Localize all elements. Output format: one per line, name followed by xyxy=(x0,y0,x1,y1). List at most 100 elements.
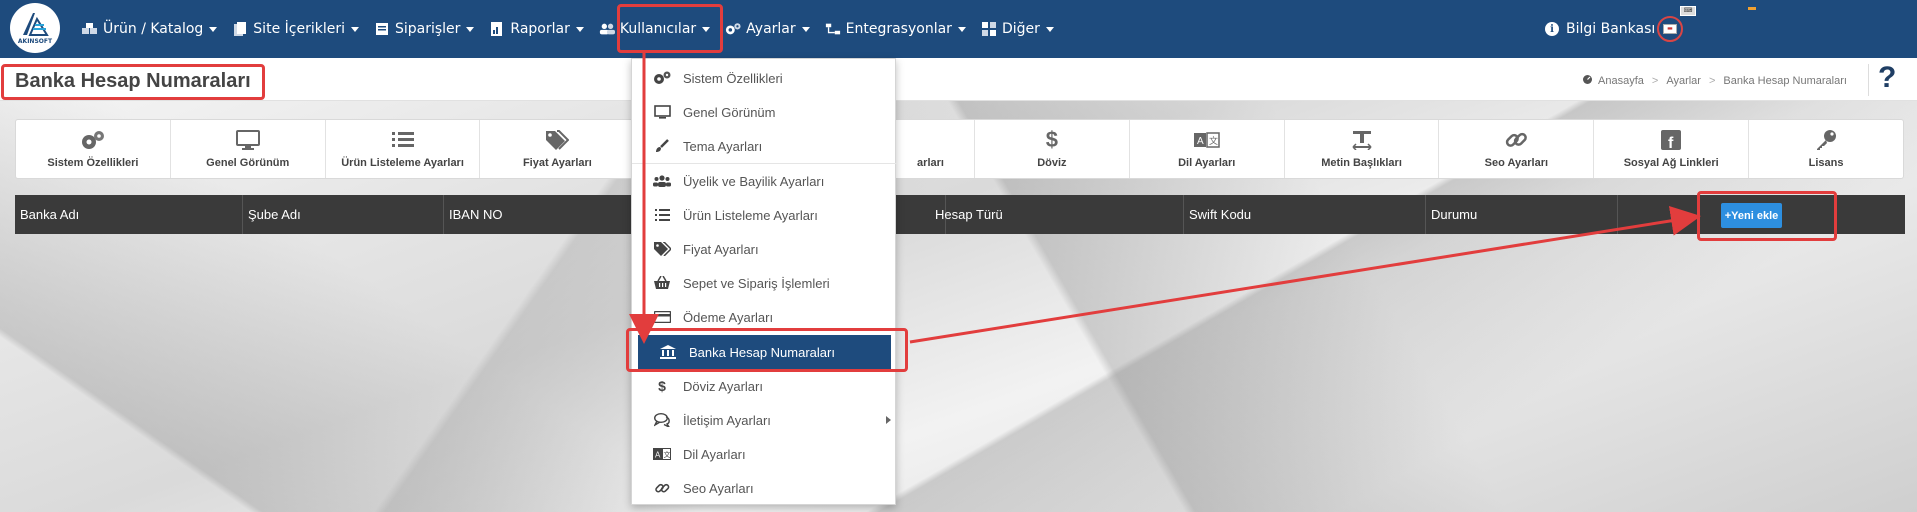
bank-accounts-table-header: Banka Adı Şube Adı IBAN NO Hesap Türü Sw… xyxy=(15,195,1905,234)
report-icon xyxy=(489,22,505,36)
column-header-hesap-turu[interactable]: Hesap Türü xyxy=(930,195,1184,234)
settings-label: arları xyxy=(917,157,944,169)
dropdown-item-sepet-siparis[interactable]: Sepet ve Sipariş İşlemleri xyxy=(632,266,897,300)
annotation-highlight-new-button xyxy=(1697,191,1837,241)
svg-text:文: 文 xyxy=(664,450,671,459)
settings-sosyal-ag[interactable]: f Sosyal Ağ Linkleri xyxy=(1594,120,1750,178)
breadcrumb-ayarlar[interactable]: Ayarlar xyxy=(1666,75,1701,87)
breadcrumb-separator: > xyxy=(1651,74,1659,87)
nav-item-label: Siparişler xyxy=(394,21,461,37)
notification-indicator xyxy=(1748,7,1756,10)
dropdown-item-urun-listeleme[interactable]: Ürün Listeleme Ayarları xyxy=(632,198,897,232)
language-icon: A文 xyxy=(1193,129,1220,151)
annotation-highlight-page-title xyxy=(1,64,265,100)
brush-icon xyxy=(652,139,672,153)
settings-label: Sosyal Ağ Linkleri xyxy=(1623,157,1719,169)
dropdown-item-dil-ayarlari[interactable]: A文 Dil Ayarları xyxy=(632,437,897,471)
breadcrumb-current: Banka Hesap Numaraları xyxy=(1723,74,1847,87)
settings-lisans[interactable]: Lisans xyxy=(1749,120,1903,178)
settings-genel-gorunum[interactable]: Genel Görünüm xyxy=(171,120,326,178)
column-header-swift-kodu[interactable]: Swift Kodu xyxy=(1184,195,1426,234)
dropdown-item-label: Ürün Listeleme Ayarları xyxy=(683,207,818,223)
dashboard-icon xyxy=(1582,74,1593,87)
ayarlar-dropdown-menu: Sistem Özellikleri Genel Görünüm Tema Ay… xyxy=(631,58,897,505)
dropdown-item-label: Sistem Özellikleri xyxy=(683,70,783,86)
column-header-iban-no[interactable]: IBAN NO xyxy=(444,195,645,234)
sitemap-icon xyxy=(825,22,841,36)
nav-item-entegrasyonlar[interactable]: Entegrasyonlar xyxy=(825,21,966,37)
dropdown-item-label: Fiyat Ayarları xyxy=(683,241,759,257)
chevron-down-icon xyxy=(350,26,359,32)
language-flag-icon[interactable]: ▬ xyxy=(1657,16,1683,42)
settings-label: Genel Görünüm xyxy=(206,157,290,169)
knowledge-base-link[interactable]: i Bilgi Bankası xyxy=(1545,0,1655,58)
cogs-icon xyxy=(652,71,672,85)
column-header-durumu[interactable]: Durumu xyxy=(1426,195,1618,234)
chevron-right-icon xyxy=(886,416,891,424)
settings-sistem-ozellikleri[interactable]: Sistem Özellikleri xyxy=(16,120,171,178)
svg-text:A: A xyxy=(655,451,661,460)
annotation-highlight-dropdown-item xyxy=(626,328,908,372)
dropdown-item-sistem-ozellikleri[interactable]: Sistem Özellikleri xyxy=(632,61,897,95)
dropdown-item-uyelik-bayilik[interactable]: Üyelik ve Bayilik Ayarları xyxy=(632,164,897,198)
flag-image: ▬ xyxy=(1663,24,1677,34)
column-header-banka-adi[interactable]: Banka Adı xyxy=(15,195,243,234)
dollar-icon: $ xyxy=(658,378,666,394)
dropdown-item-label: Genel Görünüm xyxy=(683,104,776,120)
dropdown-item-label: Sepet ve Sipariş İşlemleri xyxy=(683,275,830,291)
svg-text:f: f xyxy=(1668,135,1674,150)
svg-text:A: A xyxy=(1197,136,1204,147)
settings-seo-ayarlari[interactable]: Seo Ayarları xyxy=(1439,120,1595,178)
text-height-icon xyxy=(1351,129,1373,151)
nav-item-urun-katalog[interactable]: Ürün / Katalog xyxy=(82,21,218,37)
dropdown-item-doviz-ayarlari[interactable]: $ Döviz Ayarları xyxy=(632,369,897,403)
knowledge-base-label: Bilgi Bankası xyxy=(1566,21,1656,37)
nav-item-siparisler[interactable]: Siparişler xyxy=(374,21,475,37)
svg-text:文: 文 xyxy=(1209,135,1218,146)
settings-metin-basliklari[interactable]: Metin Başlıkları xyxy=(1285,120,1440,178)
file-icon xyxy=(232,22,248,36)
nav-item-raporlar[interactable]: Raporlar xyxy=(489,21,584,37)
settings-label: Metin Başlıkları xyxy=(1321,157,1402,169)
keyboard-icon[interactable]: ⌨ xyxy=(1680,6,1696,16)
breadcrumb: Anasayfa > Ayarlar > Banka Hesap Numaral… xyxy=(1582,74,1847,87)
dropdown-item-fiyat-ayarlari[interactable]: Fiyat Ayarları xyxy=(632,232,897,266)
dropdown-item-label: Döviz Ayarları xyxy=(683,378,763,394)
settings-fiyat-ayarlari[interactable]: Fiyat Ayarları xyxy=(480,120,636,178)
dropdown-item-label: Üyelik ve Bayilik Ayarları xyxy=(683,173,825,189)
nav-item-ayarlar[interactable]: Ayarlar xyxy=(725,21,810,37)
dropdown-item-iletisim-ayarlari[interactable]: İletişim Ayarları xyxy=(632,403,897,437)
facebook-icon: f xyxy=(1661,129,1682,151)
settings-doviz[interactable]: $ Döviz xyxy=(975,120,1130,178)
chevron-down-icon xyxy=(209,26,218,32)
monitor-icon xyxy=(235,129,260,151)
chevron-down-icon xyxy=(801,26,810,32)
logo-mark-icon xyxy=(23,13,49,36)
settings-label: Dil Ayarları xyxy=(1178,157,1236,169)
settings-label: Ürün Listeleme Ayarları xyxy=(341,157,464,169)
dropdown-item-genel-gorunum[interactable]: Genel Görünüm xyxy=(632,95,897,129)
nav-item-site-icerikleri[interactable]: Site İçerikleri xyxy=(232,21,359,37)
cubes-icon xyxy=(82,22,98,36)
top-navbar: AKINSOFT Ürün / Katalog Site İçerikleri … xyxy=(0,0,1917,58)
breadcrumb-home[interactable]: Anasayfa xyxy=(1598,75,1644,87)
info-icon: i xyxy=(1545,22,1559,36)
link-icon xyxy=(652,481,672,496)
settings-dil-ayarlari[interactable]: A文 Dil Ayarları xyxy=(1130,120,1285,178)
divider xyxy=(1868,64,1869,96)
monitor-icon xyxy=(652,105,672,119)
breadcrumb-separator: > xyxy=(1708,74,1716,87)
logo[interactable]: AKINSOFT xyxy=(10,3,60,53)
help-icon[interactable]: ? xyxy=(1878,61,1896,95)
list-icon xyxy=(652,209,672,221)
dropdown-item-tema-ayarlari[interactable]: Tema Ayarları xyxy=(632,129,897,163)
column-header-sube-adi[interactable]: Şube Adı xyxy=(243,195,444,234)
tags-icon xyxy=(652,242,672,256)
settings-urun-listeleme[interactable]: Ürün Listeleme Ayarları xyxy=(326,120,481,178)
nav-item-diger[interactable]: Diğer xyxy=(981,21,1054,37)
page-header: Banka Hesap Numaraları Anasayfa > Ayarla… xyxy=(0,58,1917,101)
tags-icon xyxy=(545,129,570,151)
settings-shortcut-bar: Sistem Özellikleri Genel Görünüm Ürün Li… xyxy=(15,119,1904,179)
cart-icon xyxy=(374,22,390,36)
dropdown-item-seo-ayarlari[interactable]: Seo Ayarları xyxy=(632,471,897,505)
